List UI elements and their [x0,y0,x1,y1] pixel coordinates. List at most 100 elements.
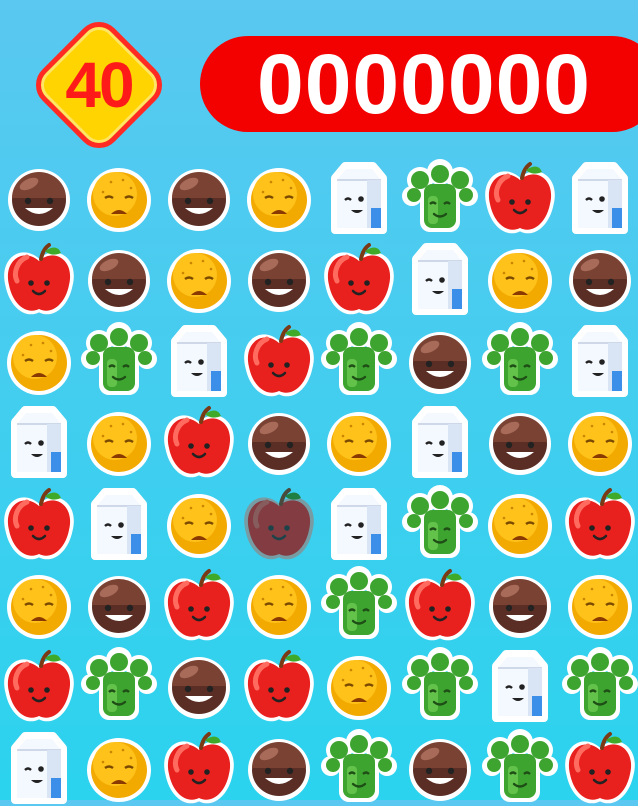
orange-icon [7,575,71,639]
board-tile[interactable] [484,571,556,643]
coconut-icon [88,250,151,313]
broccoli-icon [321,728,398,802]
apple-icon [244,324,315,397]
board-tile[interactable] [484,408,556,480]
orange-icon [567,575,632,639]
milk-carton-icon [11,406,67,479]
board-tile[interactable] [83,245,155,317]
board-tile[interactable] [243,324,315,399]
orange-icon [7,330,71,395]
orange-icon [87,412,152,477]
board-tile[interactable] [81,321,158,399]
orange-icon [167,493,232,558]
board-tile[interactable] [404,734,476,806]
board-tile[interactable] [83,487,155,562]
board-tile[interactable] [83,408,155,480]
broccoli-icon [401,159,478,232]
board-tile[interactable] [564,324,636,399]
board-tile[interactable] [243,164,315,236]
apple-icon [244,650,315,722]
board-tile[interactable] [163,490,235,562]
broccoli-icon [401,647,478,721]
milk-carton-icon [331,162,388,234]
board-tile[interactable] [3,731,75,806]
board-tile[interactable] [243,487,315,562]
board-tile[interactable] [243,245,315,317]
board-tile[interactable] [484,650,556,724]
board-tile[interactable] [3,164,75,236]
board-tile[interactable] [163,164,235,236]
milk-carton-icon [571,162,628,234]
board-tile[interactable] [81,647,158,724]
board-tile[interactable] [401,484,478,562]
coconut-icon [408,331,471,394]
board-tile[interactable] [401,647,478,724]
broccoli-icon [321,566,398,639]
board-tile[interactable] [3,571,75,643]
board-tile[interactable] [163,569,235,643]
board-tile[interactable] [321,566,398,643]
board-tile[interactable] [323,162,395,236]
board-tile[interactable] [3,650,75,724]
coconut-icon [408,738,471,801]
coconut-icon [488,576,551,638]
board-tile[interactable] [243,650,315,724]
milk-carton-icon [411,243,468,316]
board-tile[interactable] [83,734,155,806]
board-tile[interactable] [404,569,476,643]
board-tile[interactable] [83,164,155,236]
board-tile[interactable] [323,408,395,480]
board-tile[interactable] [564,487,636,562]
board-tile[interactable] [481,728,558,806]
board-tile[interactable] [564,245,636,317]
board-tile[interactable] [561,647,638,724]
board-tile[interactable] [243,408,315,480]
board-tile[interactable] [163,731,235,806]
board-tile[interactable] [404,406,476,480]
board-tile[interactable] [321,321,398,399]
board-tile[interactable] [243,734,315,806]
board-tile[interactable] [3,243,75,317]
board-tile[interactable] [404,327,476,399]
orange-icon [327,656,392,721]
board-tile[interactable] [564,571,636,643]
apple-icon [324,243,395,315]
apple-icon [244,487,315,559]
board-tile[interactable] [163,406,235,480]
board-tile[interactable] [163,652,235,724]
broccoli-icon [81,647,158,721]
board-tile[interactable] [321,728,398,806]
board-tile[interactable] [404,243,476,317]
board-tile[interactable] [484,245,556,317]
board-tile[interactable] [484,162,556,236]
coconut-icon [488,413,551,476]
board-tile[interactable] [484,490,556,562]
board-tile[interactable] [564,162,636,236]
milk-carton-icon [91,487,148,560]
coconut-icon [248,250,311,313]
coconut-icon [168,657,231,720]
orange-icon [247,575,312,639]
board-tile[interactable] [3,487,75,562]
coconut-icon [88,576,151,638]
board-tile[interactable] [163,324,235,399]
milk-carton-icon [491,650,548,723]
board-tile[interactable] [163,245,235,317]
apple-icon [484,162,555,234]
board-tile[interactable] [243,571,315,643]
board-tile[interactable] [3,327,75,399]
board-tile[interactable] [3,406,75,480]
orange-icon [487,249,552,314]
board-tile[interactable] [83,571,155,643]
board-tile[interactable] [481,321,558,399]
orange-icon [247,168,312,232]
board-tile[interactable] [323,652,395,724]
board-tile[interactable] [401,159,478,236]
board-tile[interactable] [564,408,636,480]
board-tile[interactable] [323,243,395,317]
board-tile[interactable] [323,487,395,562]
coconut-icon [248,738,311,801]
board-tile[interactable] [564,731,636,806]
orange-icon [327,412,392,477]
milk-carton-icon [171,324,228,397]
